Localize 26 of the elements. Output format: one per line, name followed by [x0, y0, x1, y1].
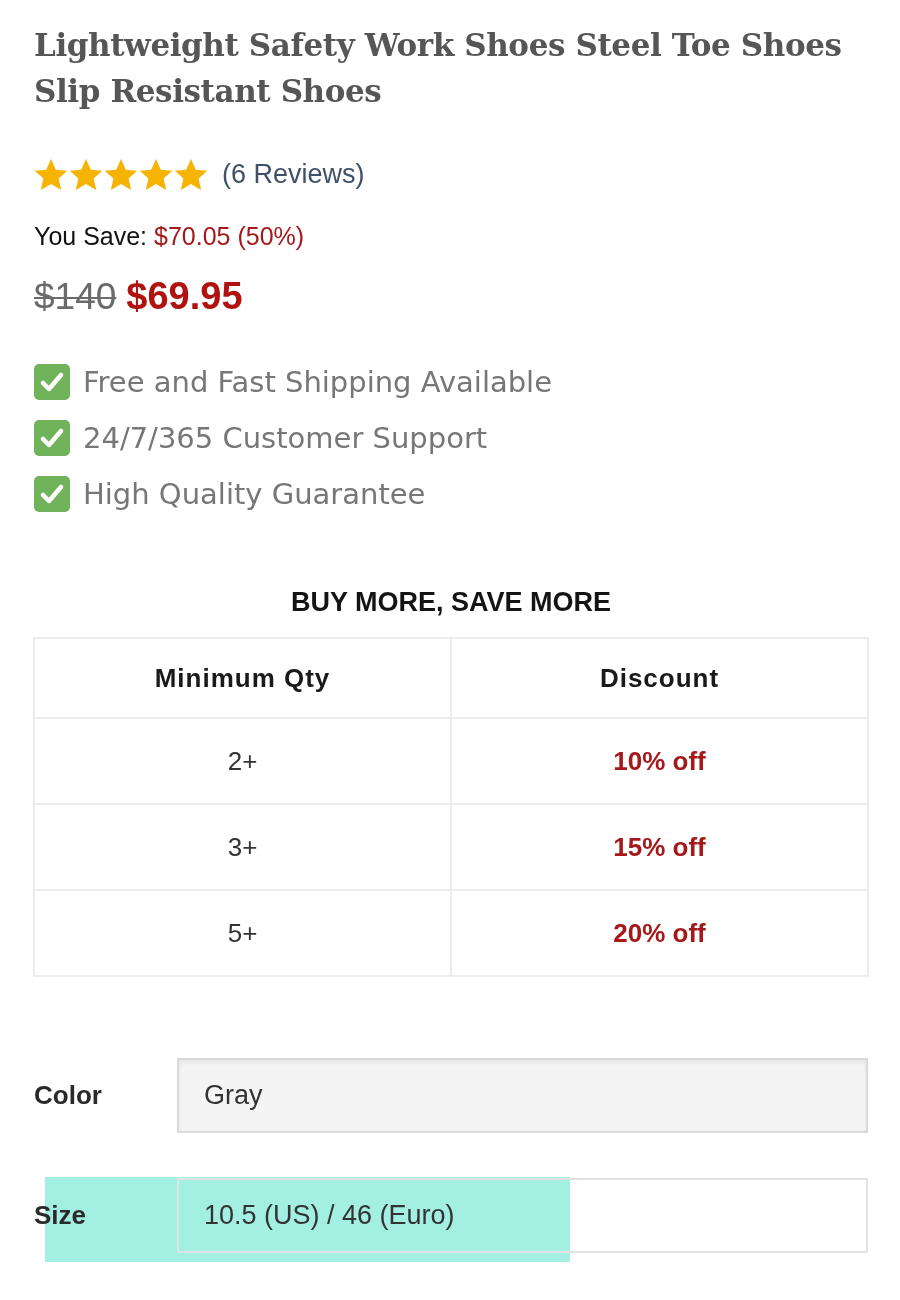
discount-table-title: BUY MORE, SAVE MORE	[289, 586, 612, 619]
star-icon	[139, 158, 173, 190]
feature-text: High Quality Guarantee	[83, 477, 426, 511]
star-icon	[174, 158, 208, 190]
quantity-cell: 5+	[34, 890, 451, 976]
reviews-link[interactable]: (6 Reviews)	[222, 158, 365, 190]
sale-price: $69.95	[126, 274, 243, 318]
feature-text: 24/7/365 Customer Support	[83, 421, 488, 455]
option-select[interactable]: 10.5 (US) / 46 (Euro)	[177, 1178, 868, 1253]
discount-cell: 10% off	[451, 718, 868, 804]
column-header: Minimum Qty	[34, 638, 451, 718]
quantity-cell: 3+	[34, 804, 451, 890]
savings-text: You Save: $70.05 (50%)	[34, 221, 306, 252]
option-select[interactable]: Gray	[177, 1058, 868, 1133]
star-icon	[69, 158, 103, 190]
feature-text: Free and Fast Shipping Available	[83, 365, 552, 399]
option-label: Size	[34, 1200, 88, 1231]
quantity-cell: 2+	[34, 718, 451, 804]
discount-cell: 15% off	[451, 804, 868, 890]
star-icon	[34, 158, 68, 190]
old-price: $140	[34, 275, 117, 319]
option-label: Color	[34, 1080, 103, 1111]
column-header: Discount	[451, 638, 868, 718]
discount-cell: 20% off	[451, 890, 868, 976]
product-title: Lightweight Safety Work Shoes Steel Toe Shoes Slip Resistant Shoes	[34, 26, 843, 111]
star-icon	[104, 158, 138, 190]
